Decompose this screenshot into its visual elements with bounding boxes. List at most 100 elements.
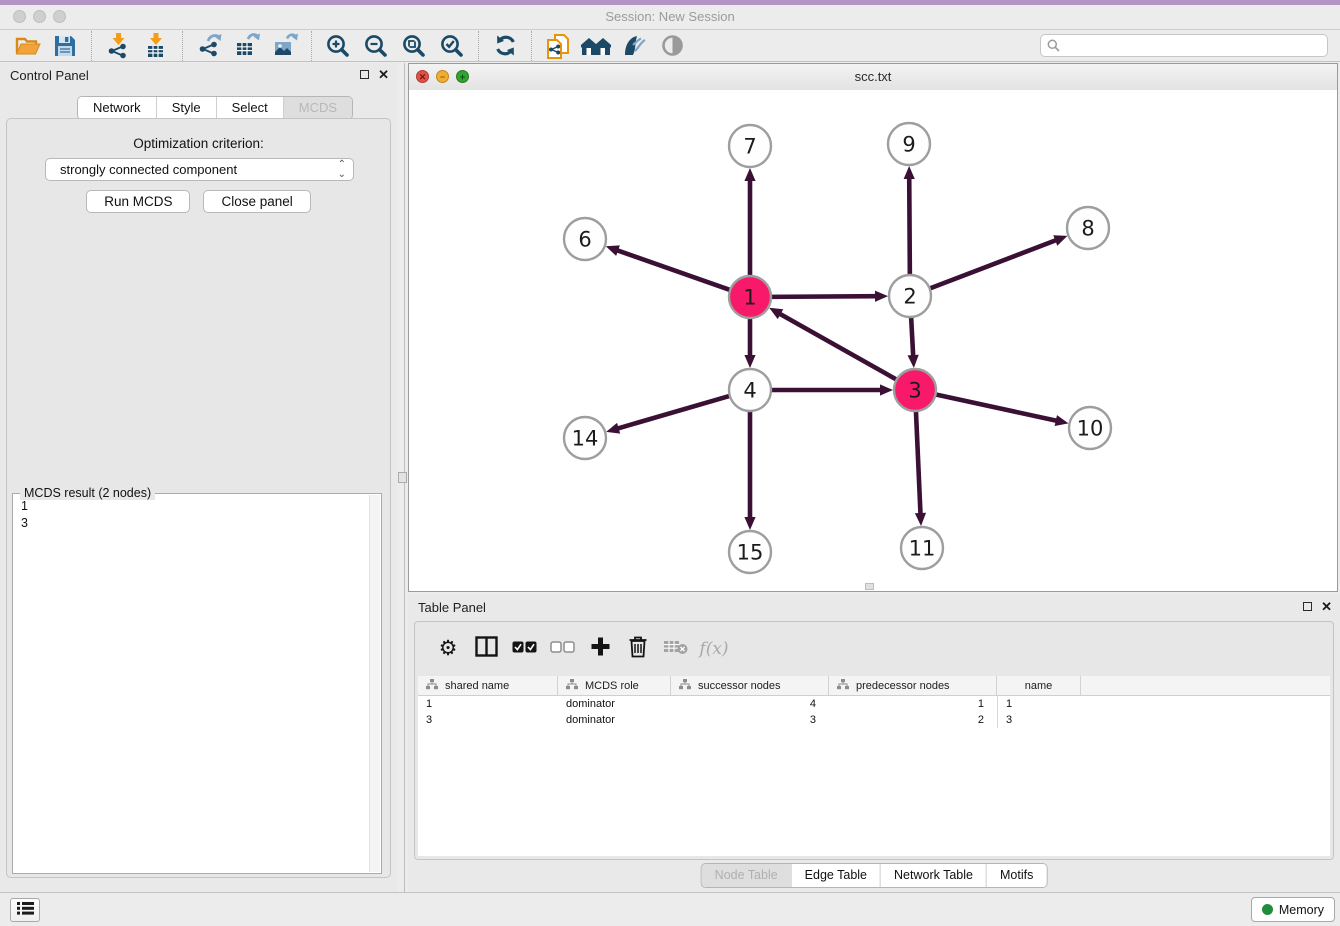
result-scrollbar[interactable] [369,495,380,872]
cell-successor-nodes[interactable]: 4 [671,696,829,712]
cell-predecessor-nodes[interactable]: 1 [829,696,997,712]
node-label-11: 11 [909,537,936,561]
table-row[interactable]: 1dominator411 [418,696,1330,712]
deselect-all-button[interactable] [543,632,581,666]
tab-style[interactable]: Style [156,97,216,119]
cell-mcds-role[interactable]: dominator [558,696,671,712]
column-header-mcds-role[interactable]: MCDS role [558,676,671,695]
table-panel-header: Table Panel ✕ [408,595,1340,621]
node-label-2: 2 [903,285,916,309]
edge-4-14[interactable] [617,395,732,428]
edge-2-3[interactable] [911,315,913,357]
import-table-button[interactable] [137,31,175,61]
column-header-name[interactable]: name [997,676,1081,695]
edge-1-2[interactable] [769,296,877,297]
tree-icon [837,679,849,693]
refresh-button[interactable] [486,31,524,61]
mcds-result-text[interactable]: 13 [21,498,365,532]
tree-icon [679,679,691,693]
export-network-button[interactable] [190,31,228,61]
edge-3-11[interactable] [916,409,921,515]
float-panel-icon[interactable] [1303,602,1312,611]
function-builder-button[interactable]: f(x) [695,632,733,666]
edge-3-10[interactable] [934,394,1058,421]
column-header-predecessor-nodes[interactable]: predecessor nodes [829,676,997,695]
status-bar: Memory [0,892,1340,926]
delete-table-button[interactable] [657,632,695,666]
cell-shared-name[interactable]: 3 [418,712,558,728]
cell-shared-name[interactable]: 1 [418,696,558,712]
tab-edge-table[interactable]: Edge Table [791,864,880,887]
tab-select[interactable]: Select [216,97,283,119]
cell-mcds-role[interactable]: dominator [558,712,671,728]
column-header-shared-name[interactable]: shared name [418,676,558,695]
run-mcds-button[interactable]: Run MCDS [86,190,190,213]
criterion-value: strongly connected component [60,162,237,177]
network-canvas[interactable]: 7968124314101511 [409,90,1337,591]
criterion-select[interactable]: strongly connected component ⌃⌄ [45,158,354,181]
float-panel-icon[interactable] [360,70,369,79]
edge-1-6[interactable] [616,250,732,291]
cell-name[interactable]: 3 [997,712,1081,728]
export-image-button[interactable] [266,31,304,61]
column-label: MCDS role [585,680,639,692]
tab-mcds[interactable]: MCDS [283,97,352,119]
memory-button[interactable]: Memory [1251,897,1335,922]
gear-icon: ⚙ [439,638,458,660]
save-session-button[interactable] [46,31,84,61]
cell-name[interactable]: 1 [997,696,1081,712]
import-network-button[interactable] [99,31,137,61]
split-panel-icon [475,636,498,662]
toggle-view-button[interactable] [653,31,691,61]
edge-2-9[interactable] [909,177,910,277]
save-floppy-icon [53,34,77,58]
zoom-out-button[interactable] [357,31,395,61]
window-titlebar: Session: New Session [0,5,1340,30]
column-label: predecessor nodes [856,680,950,692]
delete-entry-button[interactable] [619,632,657,666]
visual-style-button[interactable] [615,31,653,61]
cell-predecessor-nodes[interactable]: 2 [829,712,997,728]
control-panel-tabs: NetworkStyleSelectMCDS [77,96,353,120]
open-session-button[interactable] [8,31,46,61]
table-row[interactable]: 3dominator323 [418,712,1330,728]
node-label-10: 10 [1077,417,1104,441]
add-entry-button[interactable] [581,632,619,666]
close-panel-icon[interactable]: ✕ [378,69,389,80]
network-window-title: scc.txt [409,64,1337,90]
node-label-15: 15 [737,541,764,565]
edge-2-8[interactable] [928,240,1057,289]
zoom-fit-button[interactable] [395,31,433,61]
zoom-in-icon [325,33,351,59]
close-panel-icon[interactable]: ✕ [1321,601,1332,612]
network-window-titlebar[interactable]: ✕ − + scc.txt [409,64,1337,91]
nested-networks-button[interactable] [577,31,615,61]
close-panel-button[interactable]: Close panel [203,190,310,213]
panel-divider-handle[interactable] [398,472,407,483]
network-graph[interactable]: 7968124314101511 [409,90,1337,591]
cell-successor-nodes[interactable]: 3 [671,712,829,728]
arrowhead-3-11 [915,513,926,526]
tab-network-table[interactable]: Network Table [880,864,986,887]
trash-icon [628,635,648,663]
tree-icon [566,679,578,693]
search-input[interactable] [1040,34,1328,57]
tab-network[interactable]: Network [78,97,156,119]
tab-node-table[interactable]: Node Table [702,864,791,887]
zoom-in-button[interactable] [319,31,357,61]
split-view-button[interactable] [467,632,505,666]
show-panels-button[interactable] [10,898,40,922]
arrowhead-4-3 [880,384,893,395]
duplicate-network-button[interactable] [539,31,577,61]
column-header-successor-nodes[interactable]: successor nodes [671,676,829,695]
table-settings-button[interactable]: ⚙ [429,632,467,666]
memory-label: Memory [1279,903,1324,917]
network-resize-grip[interactable] [865,583,874,590]
arrowhead-1-4 [744,355,755,368]
edge-3-1[interactable] [779,313,899,380]
select-all-button[interactable] [505,632,543,666]
tab-motifs[interactable]: Motifs [986,864,1046,887]
zoom-selected-button[interactable] [433,31,471,61]
export-table-button[interactable] [228,31,266,61]
node-label-9: 9 [902,133,915,157]
